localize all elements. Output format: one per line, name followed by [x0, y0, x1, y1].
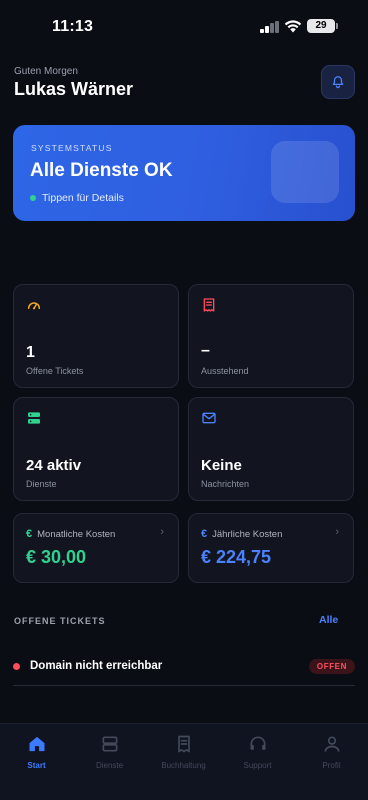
tab-buchhaltung[interactable]: Buchhaltung: [147, 734, 220, 770]
tab-bar: Start Dienste Buchhaltung Support Profil: [0, 723, 368, 800]
user-icon: [324, 736, 339, 752]
status-card-headline: Alle Dienste OK: [30, 160, 173, 181]
ticket-status-dot: [13, 663, 20, 670]
stat-label-pending: Ausstehend: [201, 366, 249, 376]
home-icon: [29, 736, 44, 752]
stat-tile-messages[interactable]: Keine Nachrichten: [188, 397, 354, 501]
tab-label-buchhaltung: Buchhaltung: [161, 761, 206, 770]
cost-header-monthly: € Monatliche Kosten: [26, 528, 115, 540]
cost-header-yearly: € Jährliche Kosten: [201, 528, 282, 540]
wifi-icon: [284, 20, 302, 33]
ticket-row[interactable]: Domain nicht erreichbar OFFEN: [13, 652, 355, 686]
cellular-signal-icon: [260, 21, 280, 33]
tab-label-dienste: Dienste: [95, 761, 124, 770]
ticket-title: Domain nicht erreichbar: [30, 660, 163, 672]
cost-value-monthly: € 30,00: [26, 547, 87, 567]
receipt-icon: [177, 735, 190, 753]
stat-label-services: Dienste: [26, 479, 57, 489]
status-card-decoration: [271, 141, 339, 203]
server-icon: [28, 412, 40, 424]
tab-start[interactable]: Start: [0, 734, 73, 770]
chevron-right-icon: ›: [160, 526, 164, 538]
euro-icon: €: [201, 528, 208, 540]
receipt-icon: [203, 298, 215, 312]
tab-label-profil: Profil: [322, 761, 341, 770]
cost-tile-monthly[interactable]: € Monatliche Kosten › € 30,00: [13, 513, 179, 583]
stat-value-pending: –: [201, 342, 210, 359]
stat-label-messages: Nachrichten: [201, 479, 250, 489]
view-all-tickets-link[interactable]: Alle: [319, 614, 338, 626]
headset-icon: [250, 736, 265, 750]
battery-indicator: 29: [307, 19, 335, 33]
mail-icon: [202, 412, 216, 424]
tab-dienste[interactable]: Dienste: [73, 734, 146, 770]
status-card-subtitle: Tippen für Details: [30, 192, 124, 204]
status-bar: 11:13 29: [0, 0, 368, 54]
server-icon: [102, 736, 117, 752]
status-indicator-dot: [30, 195, 36, 201]
cost-label-monthly: Monatliche Kosten: [37, 528, 116, 540]
tab-support[interactable]: Support: [221, 734, 294, 770]
stat-value-messages: Keine: [201, 457, 242, 474]
stat-value-tickets: 1: [26, 344, 35, 361]
section-title-tickets: OFFENE TICKETS: [14, 616, 106, 626]
euro-icon: €: [26, 528, 33, 540]
cost-value-yearly: € 224,75: [201, 547, 272, 567]
chevron-right-icon: ›: [335, 526, 339, 538]
system-status-card[interactable]: SYSTEMSTATUS Alle Dienste OK Tippen für …: [13, 125, 355, 221]
cost-label-yearly: Jährliche Kosten: [212, 528, 283, 540]
cost-tile-yearly[interactable]: € Jährliche Kosten › € 224,75: [188, 513, 354, 583]
tab-label-support: Support: [243, 761, 272, 770]
gauge-icon: [27, 302, 41, 310]
bell-icon: [332, 76, 344, 89]
notifications-button[interactable]: [321, 65, 355, 99]
greeting-text: Guten Morgen: [14, 66, 78, 77]
battery-tip: [336, 23, 338, 29]
tab-label-start: Start: [27, 761, 46, 770]
ticket-status-badge: OFFEN: [308, 659, 355, 674]
tab-profil[interactable]: Profil: [295, 734, 368, 770]
stat-tile-pending[interactable]: – Ausstehend: [188, 284, 354, 388]
status-card-hint: Tippen für Details: [42, 192, 124, 204]
stat-tile-tickets[interactable]: 1 Offene Tickets: [13, 284, 179, 388]
stat-value-services: 24 aktiv: [26, 457, 82, 474]
status-time: 11:13: [52, 18, 94, 35]
status-card-eyebrow: SYSTEMSTATUS: [31, 143, 113, 153]
stat-tile-services[interactable]: 24 aktiv Dienste: [13, 397, 179, 501]
user-name: Lukas Wärner: [14, 79, 134, 99]
stat-label-tickets: Offene Tickets: [26, 366, 84, 376]
